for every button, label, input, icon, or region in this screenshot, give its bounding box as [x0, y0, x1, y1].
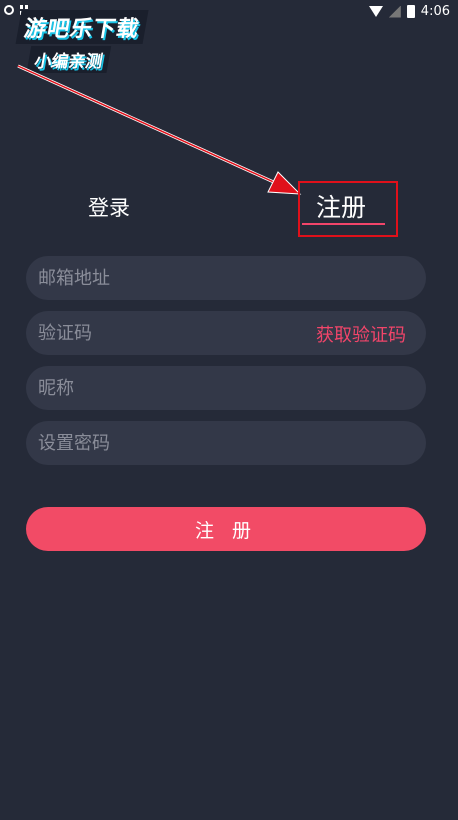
password-field-container: [26, 421, 426, 465]
nickname-field[interactable]: [26, 366, 426, 410]
code-field-container: 获取验证码: [26, 311, 426, 355]
annotation-highlight-box: [298, 181, 398, 237]
email-field-container: [26, 256, 426, 300]
register-button[interactable]: 注 册: [26, 507, 426, 551]
nickname-field-container: [26, 366, 426, 410]
email-field[interactable]: [26, 256, 426, 300]
get-code-button[interactable]: 获取验证码: [316, 321, 406, 347]
password-field[interactable]: [26, 421, 426, 465]
tab-login[interactable]: 登录: [88, 192, 130, 222]
